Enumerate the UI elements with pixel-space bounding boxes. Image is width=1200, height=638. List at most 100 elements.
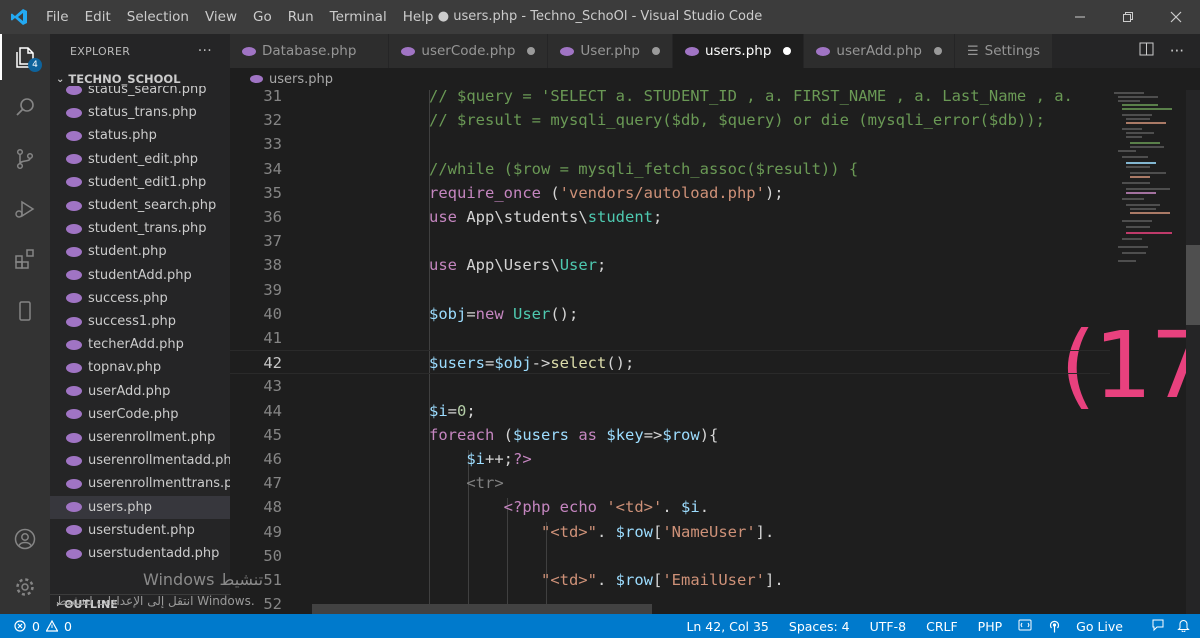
menu-run[interactable]: Run xyxy=(280,0,322,34)
file-name: userAdd.php xyxy=(88,383,171,399)
extensions-icon[interactable] xyxy=(0,236,50,282)
code-line[interactable]: 45 foreach ($users as $key=>$row){ xyxy=(230,423,1110,447)
file-item[interactable]: topnav.php xyxy=(50,356,230,379)
code-line[interactable]: 44 $i=0; xyxy=(230,399,1110,423)
code-line[interactable]: 42 $users=$obj->select(); xyxy=(230,350,1110,375)
code-line[interactable]: 37 xyxy=(230,229,1110,253)
settings-gear-icon[interactable] xyxy=(0,564,50,610)
horizontal-scrollbar-thumb[interactable] xyxy=(312,604,652,614)
file-tree: status_search.php status_trans.php status.… xyxy=(50,86,230,596)
menu-edit[interactable]: Edit xyxy=(77,0,119,34)
search-icon[interactable] xyxy=(0,84,50,130)
restore-button[interactable] xyxy=(1104,0,1152,34)
vertical-scrollbar[interactable] xyxy=(1186,90,1200,614)
more-actions-icon[interactable]: ··· xyxy=(1170,42,1184,60)
tab-database-php[interactable]: Database.php xyxy=(230,34,390,68)
code-line[interactable]: 38 use App\Users\User; xyxy=(230,253,1110,277)
file-item[interactable]: status_trans.php xyxy=(50,101,230,124)
file-item[interactable]: status_search.php xyxy=(50,86,230,101)
code-line[interactable]: 35 require_once ('vendors/autoload.php'); xyxy=(230,181,1110,205)
explorer-sidebar: EXPLORER ··· ⌄ TECHNO_SCHOOL status_sear… xyxy=(50,34,230,614)
remote-device-icon[interactable] xyxy=(0,288,50,334)
notifications-bell-icon[interactable] xyxy=(1173,618,1200,635)
menu-terminal[interactable]: Terminal xyxy=(322,0,395,34)
workspace-folder-name: TECHNO_SCHOOL xyxy=(68,72,181,86)
file-item[interactable]: status.php xyxy=(50,124,230,147)
menu-view[interactable]: View xyxy=(197,0,245,34)
file-item[interactable]: userAdd.php xyxy=(50,380,230,403)
tab-useradd-php[interactable]: userAdd.php xyxy=(804,34,955,68)
code-line[interactable]: 41 xyxy=(230,326,1110,350)
code-line[interactable]: 46 $i++;?> xyxy=(230,447,1110,471)
code-line[interactable]: 34 //while ($row = mysqli_fetch_assoc($re… xyxy=(230,157,1110,181)
language-mode[interactable]: PHP xyxy=(968,619,1012,634)
code-line[interactable]: 49 "<td>". $row['NameUser']. xyxy=(230,520,1110,544)
file-item[interactable]: userstudent.php xyxy=(50,519,230,542)
cursor-position[interactable]: Ln 42, Col 35 xyxy=(676,619,778,634)
file-item[interactable]: users.php xyxy=(50,495,230,519)
unsaved-dot-icon[interactable] xyxy=(933,47,942,55)
tab-users-php[interactable]: users.php xyxy=(672,34,805,68)
file-item[interactable]: userstudentadd.php xyxy=(50,542,230,565)
file-item[interactable]: userenrollment.php xyxy=(50,426,230,449)
breadcrumb-file[interactable]: users.php xyxy=(269,72,333,87)
close-button[interactable] xyxy=(1152,0,1200,34)
file-item[interactable]: userenrollmentadd.php xyxy=(50,449,230,472)
indentation[interactable]: Spaces: 4 xyxy=(779,619,860,634)
code-line[interactable]: 48 <?php echo '<td>'. $i. xyxy=(230,495,1110,519)
code-line[interactable]: 51 "<td>". $row['EmailUser']. xyxy=(230,568,1110,592)
file-name: userenrollmenttrans.p... xyxy=(88,476,230,492)
file-item[interactable]: student.php xyxy=(50,240,230,263)
menu-go[interactable]: Go xyxy=(245,0,280,34)
file-item[interactable]: studentAdd.php xyxy=(50,264,230,287)
problems-indicator[interactable]: 0 0 xyxy=(14,614,72,638)
feedback-icon[interactable] xyxy=(1143,618,1173,635)
php-json-icon[interactable] xyxy=(1012,619,1038,634)
code-line[interactable]: 32 // $result = mysqli_query($db, $query)… xyxy=(230,108,1110,132)
code-line[interactable]: 43 xyxy=(230,374,1110,398)
menu-help[interactable]: Help xyxy=(395,0,442,34)
file-item[interactable]: success.php xyxy=(50,287,230,310)
file-item[interactable]: student_search.php xyxy=(50,194,230,217)
tab-settings[interactable]: ☰ Settings xyxy=(954,34,1054,68)
source-control-icon[interactable] xyxy=(0,136,50,182)
file-item[interactable]: techerAdd.php xyxy=(50,333,230,356)
code-text: // $query = 'SELECT a. STUDENT_ID , a. F… xyxy=(429,90,1073,105)
unsaved-dot-icon[interactable] xyxy=(783,47,792,55)
menu-selection[interactable]: Selection xyxy=(119,0,197,34)
menu-bar: File Edit Selection View Go Run Terminal Help xyxy=(38,0,441,34)
more-actions-icon[interactable]: ··· xyxy=(198,43,212,59)
explorer-icon[interactable]: 4 xyxy=(0,34,50,80)
account-icon[interactable] xyxy=(0,516,50,562)
code-line[interactable]: 50 xyxy=(230,544,1110,568)
menu-file[interactable]: File xyxy=(38,0,77,34)
line-number: 32 xyxy=(263,111,282,130)
run-debug-icon[interactable] xyxy=(0,186,50,232)
code-editor[interactable]: (17) 31// $query = 'SELECT a. STUDENT_ID… xyxy=(230,90,1200,614)
encoding[interactable]: UTF-8 xyxy=(860,619,916,634)
minimize-button[interactable] xyxy=(1056,0,1104,34)
code-line[interactable]: 33 xyxy=(230,132,1110,156)
line-number: 46 xyxy=(263,450,282,468)
code-line[interactable]: 40 $obj=new User(); xyxy=(230,302,1110,326)
end-of-line[interactable]: CRLF xyxy=(916,619,968,634)
tab-user-php[interactable]: User.php xyxy=(548,34,673,68)
file-item[interactable]: student_trans.php xyxy=(50,217,230,240)
file-item[interactable]: userenrollmenttrans.p... xyxy=(50,472,230,495)
file-item[interactable]: userCode.php xyxy=(50,403,230,426)
code-line[interactable]: 31 // $query = 'SELECT a. STUDENT_ID , a.… xyxy=(230,90,1110,108)
minimap[interactable] xyxy=(1108,90,1184,614)
split-editor-icon[interactable] xyxy=(1139,42,1154,60)
file-item[interactable]: success1.php xyxy=(50,310,230,333)
file-item[interactable]: student_edit1.php xyxy=(50,171,230,194)
go-live-button[interactable]: Go Live xyxy=(1038,619,1143,634)
unsaved-dot-icon[interactable] xyxy=(651,47,660,55)
unsaved-dot-icon[interactable] xyxy=(527,47,536,55)
tab-usercode-php[interactable]: userCode.php xyxy=(389,34,549,68)
code-line[interactable]: 39 xyxy=(230,278,1110,302)
line-number: 44 xyxy=(263,401,282,420)
vertical-scrollbar-thumb[interactable] xyxy=(1186,245,1200,325)
code-line[interactable]: 47 <tr> xyxy=(230,471,1110,495)
code-line[interactable]: 36 use App\students\student; xyxy=(230,205,1110,229)
file-item[interactable]: student_edit.php xyxy=(50,148,230,171)
